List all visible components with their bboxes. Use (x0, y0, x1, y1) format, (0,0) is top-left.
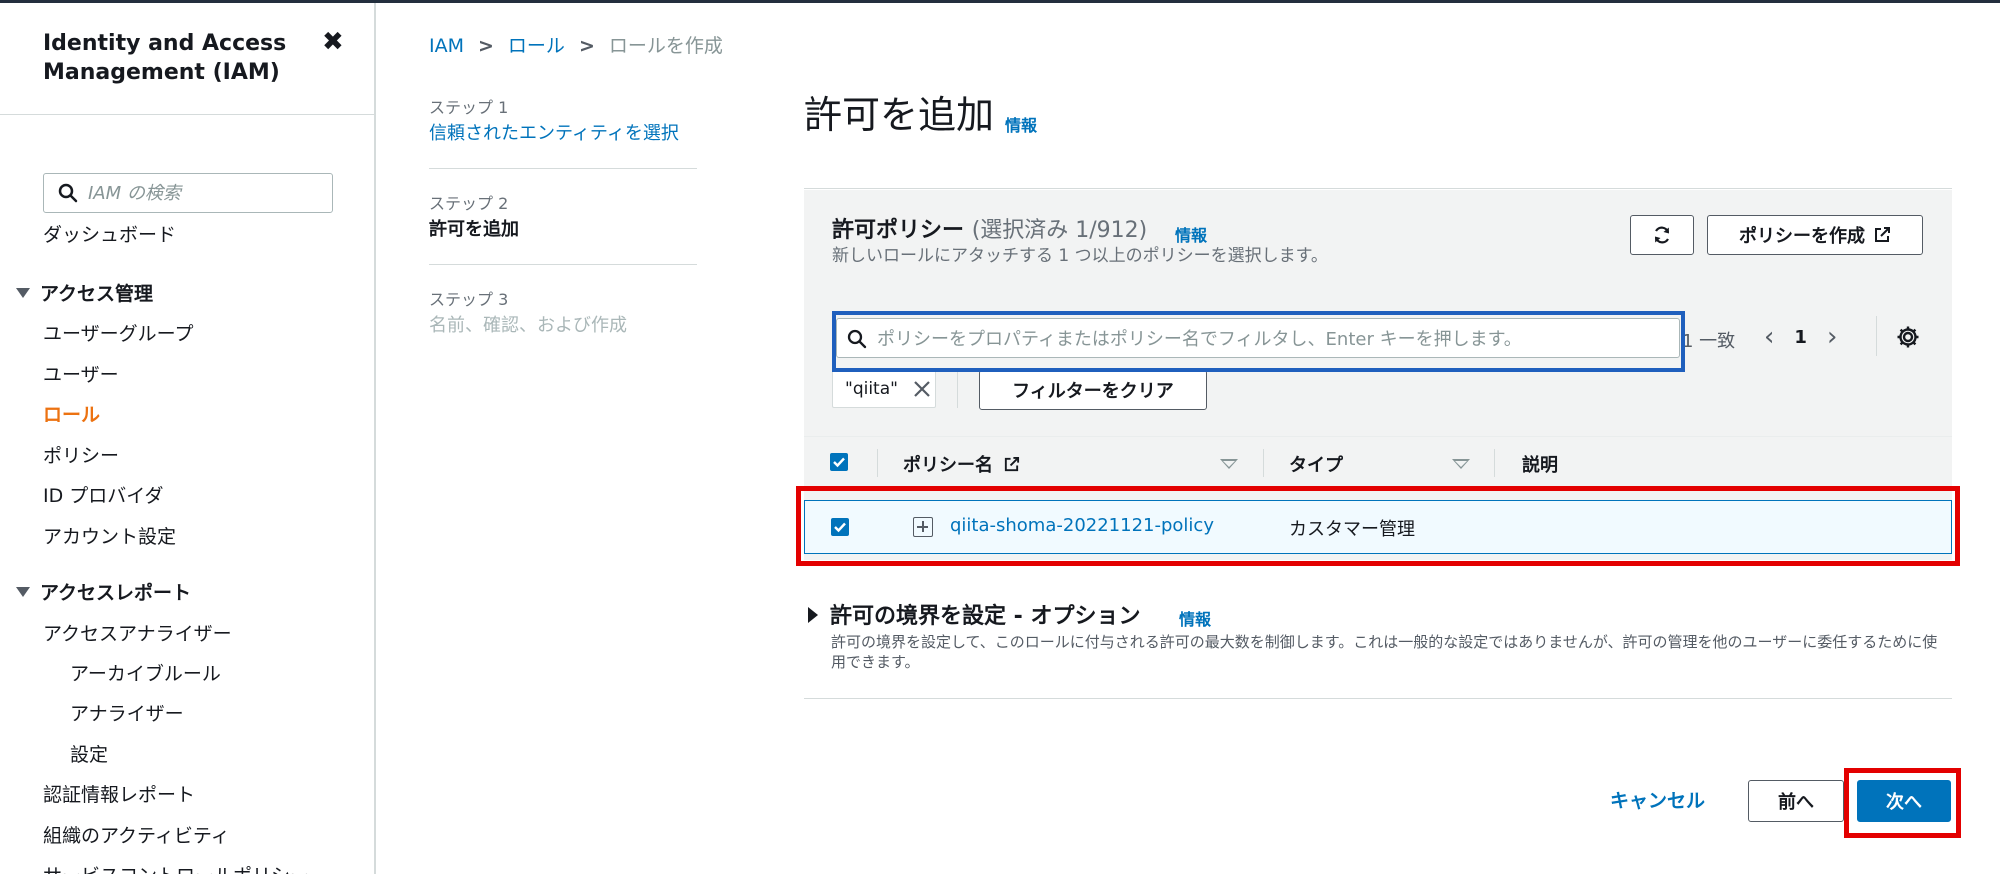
pager-divider (1876, 316, 1877, 356)
sort-icon[interactable] (1220, 459, 1238, 469)
chevron-right-icon: > (578, 35, 595, 57)
column-policy-name[interactable]: ポリシー名 (903, 451, 1020, 477)
step-number: ステップ 2 (429, 194, 509, 213)
policies-description: 新しいロールにアタッチする 1 つ以上のポリシーを選択します。 (832, 246, 1328, 266)
sidebar-title: Identity and Access Management (IAM) (43, 31, 287, 85)
header-divider (804, 188, 1952, 189)
match-count: 1 一致 (1682, 331, 1736, 352)
sidebar-item-scp[interactable]: サービスコントロールポリシー (43, 864, 309, 874)
step-number: ステップ 3 (429, 290, 509, 309)
sidebar-section-access-reports[interactable]: アクセスレポート (16, 581, 191, 605)
step-disabled-review: 名前、確認、および作成 (429, 315, 627, 336)
column-divider (1263, 449, 1264, 477)
boundary-description: 許可の境界を設定して、このロールに付与される許可の最大数を制御します。これは一般… (831, 633, 1938, 671)
sidebar-item-policies[interactable]: ポリシー (43, 444, 119, 468)
filter-token: "qiita" (832, 370, 936, 408)
wizard-step-2: ステップ 2 許可を追加 (429, 194, 697, 242)
external-link-icon (1005, 456, 1020, 472)
sidebar-item-account-settings[interactable]: アカウント設定 (43, 525, 176, 549)
sidebar-item-dashboard[interactable]: ダッシュボード (43, 223, 176, 247)
close-icon[interactable]: ✖ (322, 27, 344, 57)
breadcrumb-current: ロールを作成 (608, 35, 723, 57)
next-highlight-box (1844, 768, 1961, 838)
sidebar-search[interactable] (43, 173, 333, 213)
sidebar-divider (0, 114, 374, 115)
wizard-step-3: ステップ 3 名前、確認、および作成 (429, 290, 697, 338)
sidebar-item-users[interactable]: ユーザー (43, 363, 119, 387)
sidebar-search-input[interactable] (88, 180, 324, 206)
sidebar-item-user-groups[interactable]: ユーザーグループ (43, 322, 193, 346)
sidebar-item-identity-providers[interactable]: ID プロバイダ (43, 484, 164, 508)
policies-info-link[interactable]: 情報 (1175, 222, 1207, 246)
check-icon (833, 457, 845, 468)
page-info-link[interactable]: 情報 (1005, 112, 1037, 136)
sidebar-item-access-analyzer[interactable]: アクセスアナライザー (43, 622, 232, 646)
page-number[interactable]: 1 (1794, 327, 1807, 348)
external-link-icon (1875, 227, 1890, 242)
chevron-left-icon[interactable]: ‹ (1764, 322, 1774, 352)
clear-filters-button[interactable]: フィルターをクリア (979, 370, 1207, 410)
refresh-button[interactable] (1630, 215, 1694, 255)
step-current-add-permissions: 許可を追加 (429, 219, 519, 240)
sidebar-section-access-management[interactable]: アクセス管理 (16, 282, 153, 306)
boundary-info-link[interactable]: 情報 (1179, 606, 1211, 630)
wizard-step-1: ステップ 1 信頼されたエンティティを選択 (429, 98, 697, 146)
caret-down-icon (16, 587, 30, 597)
search-icon (58, 183, 78, 203)
breadcrumb-iam[interactable]: IAM (429, 35, 464, 57)
sidebar-item-credential-report[interactable]: 認証情報レポート (43, 783, 195, 807)
filter-token-label: "qiita" (845, 379, 898, 399)
close-icon[interactable] (912, 379, 932, 399)
sidebar-item-roles[interactable]: ロール (43, 403, 100, 427)
pagination: ‹ 1 › (1764, 322, 1837, 352)
cancel-button[interactable]: キャンセル (1610, 786, 1705, 813)
section-divider (804, 698, 1952, 699)
page-title: 許可を追加 (804, 93, 995, 137)
step-divider (429, 264, 697, 265)
gear-icon[interactable] (1895, 324, 1921, 350)
column-description: 説明 (1522, 455, 1558, 476)
policies-count: (選択済み 1/912) (971, 218, 1148, 243)
sidebar-item-archive-rules[interactable]: アーカイブルール (70, 662, 221, 686)
step-divider (429, 168, 697, 169)
breadcrumb-roles[interactable]: ロール (508, 35, 565, 57)
select-all-checkbox[interactable] (830, 453, 848, 471)
sidebar: Identity and Access Management (IAM) ✖ ダ… (0, 3, 376, 874)
sort-icon[interactable] (1452, 459, 1470, 469)
create-policy-button[interactable]: ポリシーを作成 (1707, 215, 1923, 255)
chevron-right-icon: > (478, 35, 494, 57)
caret-right-icon (808, 607, 818, 623)
search-highlight-box (832, 311, 1685, 372)
sidebar-item-organization-activity[interactable]: 組織のアクティビティ (43, 824, 230, 848)
column-divider (1494, 449, 1495, 477)
row-highlight-box (796, 486, 1960, 566)
chevron-right-icon[interactable]: › (1827, 322, 1837, 352)
column-divider (877, 449, 878, 477)
column-type[interactable]: タイプ (1289, 451, 1343, 477)
caret-down-icon (16, 288, 30, 298)
breadcrumb: IAM > ロール > ロールを作成 (429, 34, 723, 58)
sidebar-item-analyzer-settings[interactable]: 設定 (70, 743, 108, 767)
token-divider (957, 370, 958, 408)
refresh-icon (1654, 226, 1670, 244)
sidebar-item-analyzers[interactable]: アナライザー (70, 702, 184, 726)
policies-title: 許可ポリシー (選択済み 1/912) (832, 218, 1148, 243)
previous-button[interactable]: 前へ (1748, 780, 1844, 822)
table-header: ポリシー名 タイプ 説明 (804, 436, 1952, 488)
step-link-trusted-entity[interactable]: 信頼されたエンティティを選択 (429, 122, 697, 146)
permissions-boundary-toggle[interactable]: 許可の境界を設定 - オプション (808, 598, 1140, 630)
step-number: ステップ 1 (429, 98, 509, 117)
